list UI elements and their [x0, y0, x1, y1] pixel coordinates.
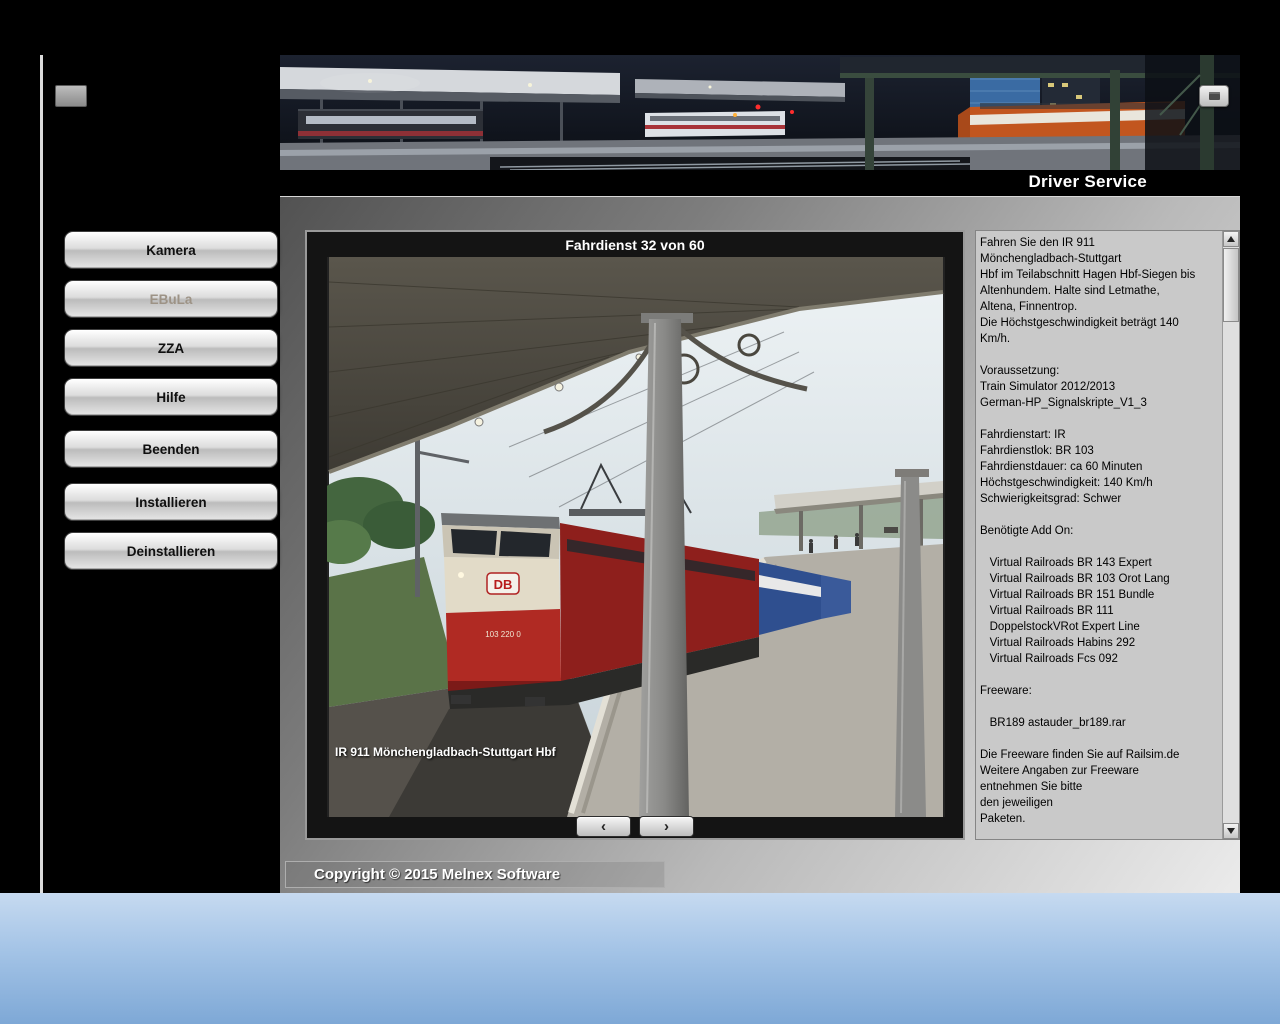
details-text: Fahren Sie den IR 911 Mönchengladbach-St… — [980, 235, 1218, 836]
details-panel: Fahren Sie den IR 911 Mönchengladbach-St… — [975, 230, 1240, 840]
pager: ‹ › — [307, 816, 963, 837]
sidebar-button-beenden[interactable]: Beenden — [64, 430, 278, 468]
scroll-down-button[interactable] — [1223, 823, 1239, 839]
sidebar-menu: Kamera EBuLa ZZA Hilfe Beenden Installie… — [64, 231, 278, 570]
copyright-bar: Copyright © 2015 Melnex Software — [285, 861, 665, 888]
sidebar-button-deinstallieren[interactable]: Deinstallieren — [64, 532, 278, 570]
banner-scene — [280, 55, 1240, 170]
train-scene: DB 103 220 0 — [327, 257, 945, 817]
loco-number: 103 220 0 — [485, 630, 521, 639]
content-area: Fahrdienst 32 von 60 — [280, 197, 1240, 893]
copyright-text: Copyright © 2015 Melnex Software — [314, 866, 560, 883]
title-bar: Driver Service — [280, 170, 1240, 197]
window-control-button[interactable] — [1199, 85, 1229, 107]
sidebar: Kamera EBuLa ZZA Hilfe Beenden Installie… — [40, 55, 280, 893]
sidebar-button-zza[interactable]: ZZA — [64, 329, 278, 367]
app-window: Kamera EBuLa ZZA Hilfe Beenden Installie… — [40, 55, 1240, 893]
fahrdienst-viewer: Fahrdienst 32 von 60 — [305, 230, 965, 840]
next-button[interactable]: › — [639, 816, 694, 837]
sidebar-button-ebula[interactable]: EBuLa — [64, 280, 278, 318]
scroll-up-button[interactable] — [1223, 231, 1239, 247]
minimize-icon — [1209, 92, 1220, 100]
screenshot-caption: IR 911 Mönchengladbach-Stuttgart Hbf — [335, 745, 556, 759]
sidebar-button-installieren[interactable]: Installieren — [64, 483, 278, 521]
arrow-up-icon — [1227, 236, 1235, 242]
db-logo: DB — [494, 577, 513, 592]
scrollbar[interactable] — [1222, 231, 1239, 839]
app-title: Driver Service — [1028, 172, 1147, 192]
banner-image — [280, 55, 1240, 170]
desktop-background — [0, 893, 1280, 1024]
corner-box — [55, 85, 87, 107]
sidebar-button-kamera[interactable]: Kamera — [64, 231, 278, 269]
arrow-down-icon — [1227, 828, 1235, 834]
window-left-edge — [40, 55, 43, 893]
train-screenshot: DB 103 220 0 — [327, 257, 945, 817]
sidebar-button-hilfe[interactable]: Hilfe — [64, 378, 278, 416]
viewer-title: Fahrdienst 32 von 60 — [307, 237, 963, 253]
desktop: Kamera EBuLa ZZA Hilfe Beenden Installie… — [0, 0, 1280, 1024]
scroll-thumb[interactable] — [1223, 248, 1239, 322]
prev-button[interactable]: ‹ — [576, 816, 631, 837]
